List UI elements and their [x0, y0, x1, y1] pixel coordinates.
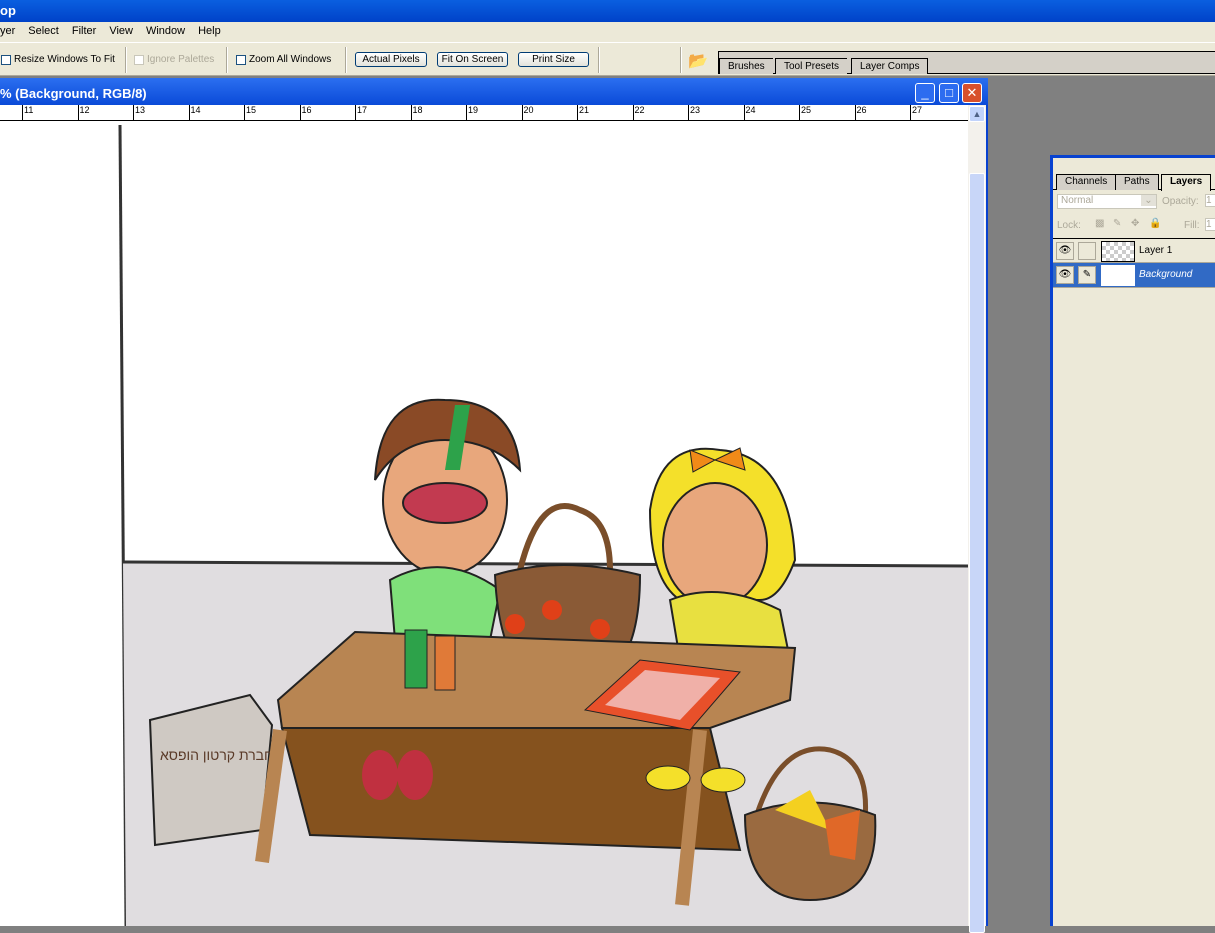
ruler-tick-label: 19 — [466, 105, 478, 120]
ruler-tick-label: 27 — [910, 105, 922, 120]
app-title-bar: op — [0, 0, 1215, 22]
eye-icon[interactable]: 👁 — [1056, 242, 1074, 260]
divider — [226, 47, 228, 73]
divider — [125, 47, 127, 73]
tab-paths[interactable]: Paths — [1115, 174, 1159, 190]
scroll-thumb[interactable] — [969, 173, 985, 933]
layer-name: Background — [1139, 269, 1193, 280]
options-bar: Resize Windows To Fit Ignore Palettes Zo… — [0, 42, 1215, 76]
link-slot[interactable] — [1078, 242, 1096, 260]
lock-paint-icon[interactable]: ✎ — [1113, 218, 1121, 229]
menu-bar: yer Select Filter View Window Help — [0, 22, 1215, 42]
print-size-button[interactable]: Print Size — [518, 52, 589, 67]
minimize-button[interactable]: _ — [915, 83, 935, 103]
palette-tabs: Channels Paths Layers — [1053, 172, 1215, 191]
divider — [598, 47, 600, 73]
ruler-tick-label: 25 — [799, 105, 811, 120]
menu-filter[interactable]: Filter — [66, 25, 103, 42]
artwork-illustration: חברת קרטון הופסא — [118, 124, 968, 926]
ruler-tick-label: 17 — [355, 105, 367, 120]
ruler-tick-label: 15 — [244, 105, 256, 120]
ruler-tick-label: 12 — [77, 105, 90, 120]
box-label: חברת קרטון הופסא — [160, 747, 273, 763]
file-browser-icon[interactable]: 📂 — [688, 51, 708, 71]
chevron-down-icon: ⌄ — [1141, 195, 1156, 206]
menu-window[interactable]: Window — [140, 25, 192, 42]
layer-name: Layer 1 — [1139, 245, 1173, 256]
palette-well: Brushes Tool Presets Layer Comps — [718, 51, 1215, 74]
ignore-palettes-checkbox[interactable]: Ignore Palettes — [134, 54, 214, 65]
scroll-up-button[interactable]: ▲ — [969, 106, 985, 122]
ruler-tick-label: 11 — [22, 105, 33, 120]
tab-tool-presets[interactable]: Tool Presets — [775, 58, 848, 74]
lock-all-icon[interactable]: 🔒 — [1149, 218, 1161, 229]
menu-select[interactable]: Select — [22, 25, 66, 42]
tab-channels[interactable]: Channels — [1056, 174, 1117, 190]
opacity-label: Opacity: — [1162, 196, 1199, 207]
maximize-button[interactable]: □ — [939, 83, 959, 103]
tab-layers[interactable]: Layers — [1161, 174, 1212, 191]
ruler-tick-label: 20 — [521, 105, 534, 120]
divider — [345, 47, 347, 73]
opacity-field[interactable]: 1 — [1205, 194, 1215, 207]
vertical-scrollbar[interactable]: ▲ — [968, 105, 986, 933]
layer-thumbnail — [1101, 265, 1135, 286]
layer-thumbnail — [1101, 241, 1135, 262]
tab-layer-comps[interactable]: Layer Comps — [851, 58, 929, 74]
ruler-tick-label: 23 — [688, 105, 700, 120]
divider — [680, 47, 682, 73]
lock-move-icon[interactable]: ✥ — [1131, 218, 1139, 229]
ruler-tick-label: 14 — [188, 105, 201, 120]
document-title-bar: % (Background, RGB/8) — [0, 78, 988, 105]
menu-view[interactable]: View — [103, 25, 140, 42]
ruler-tick-label: 24 — [743, 105, 756, 120]
blend-mode-select[interactable]: Normal ⌄ — [1057, 194, 1157, 209]
layers-palette: Channels Paths Layers Normal ⌄ Opacity: 1… — [1050, 155, 1215, 926]
resize-windows-checkbox[interactable]: Resize Windows To Fit — [1, 54, 115, 65]
lock-transparency-icon[interactable]: ▩ — [1095, 218, 1104, 229]
ruler-tick-label: 22 — [632, 105, 645, 120]
eye-icon[interactable]: 👁 — [1056, 266, 1074, 284]
fill-label: Fill: — [1184, 220, 1200, 231]
menu-help[interactable]: Help — [192, 25, 228, 42]
horizontal-ruler: 11 12 13 14 15 16 17 18 19 20 21 22 23 24 25 26 27 — [0, 105, 968, 121]
close-button[interactable]: ✕ — [962, 83, 982, 103]
ruler-tick-label: 21 — [577, 105, 589, 120]
brush-icon: ✎ — [1078, 266, 1096, 284]
canvas[interactable]: חברת קרטון הופסא — [0, 121, 968, 926]
ruler-tick-label: 16 — [299, 105, 312, 120]
ruler-tick-label: 18 — [410, 105, 423, 120]
tab-brushes[interactable]: Brushes — [719, 58, 773, 74]
app-title: op — [0, 3, 16, 18]
lock-label: Lock: — [1057, 220, 1081, 231]
ruler-tick-label: 13 — [133, 105, 145, 120]
fill-field[interactable]: 1 — [1205, 218, 1215, 231]
actual-pixels-button[interactable]: Actual Pixels — [355, 52, 427, 67]
zoom-all-windows-checkbox[interactable]: Zoom All Windows — [236, 54, 331, 65]
fit-on-screen-button[interactable]: Fit On Screen — [437, 52, 508, 67]
menu-layer[interactable]: yer — [0, 25, 22, 42]
layer-row[interactable]: 👁 Layer 1 — [1053, 238, 1215, 263]
layer-row-selected[interactable]: 👁 ✎ Background — [1053, 263, 1215, 288]
ruler-tick-label: 26 — [854, 105, 867, 120]
